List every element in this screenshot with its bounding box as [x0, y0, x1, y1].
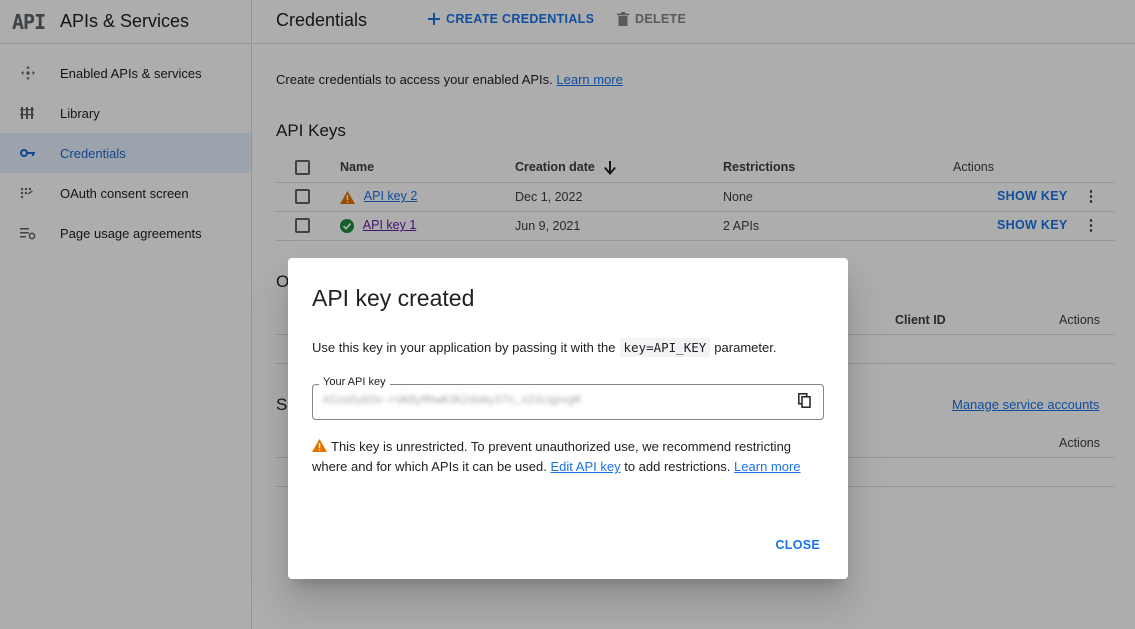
- copy-icon[interactable]: [798, 393, 811, 413]
- code-snippet: key=API_KEY: [619, 338, 711, 357]
- dialog-text-before: Use this key in your application by pass…: [312, 340, 616, 355]
- edit-api-key-link[interactable]: Edit API key: [550, 459, 620, 474]
- warning-icon: [312, 439, 327, 452]
- dialog-description: Use this key in your application by pass…: [312, 338, 776, 357]
- dialog-text-after: parameter.: [714, 340, 777, 355]
- api-key-field[interactable]: Your API key AIzaSyD3v-rUK8yMhwK3K2dUAy3…: [312, 376, 824, 420]
- unrestricted-warning: This key is unrestricted. To prevent una…: [312, 437, 812, 477]
- learn-more-link[interactable]: Learn more: [734, 459, 800, 474]
- api-key-value[interactable]: AIzaSyD3v-rUK8yMhwK3K2dUAy37n_xZ3cqpvgM: [323, 395, 580, 407]
- dialog-title: API key created: [312, 285, 475, 311]
- warning-text-after: to add restrictions.: [624, 459, 731, 474]
- api-key-created-dialog: API key created Use this key in your app…: [288, 258, 848, 579]
- api-key-field-label: Your API key: [319, 376, 390, 388]
- close-button[interactable]: CLOSE: [775, 538, 820, 552]
